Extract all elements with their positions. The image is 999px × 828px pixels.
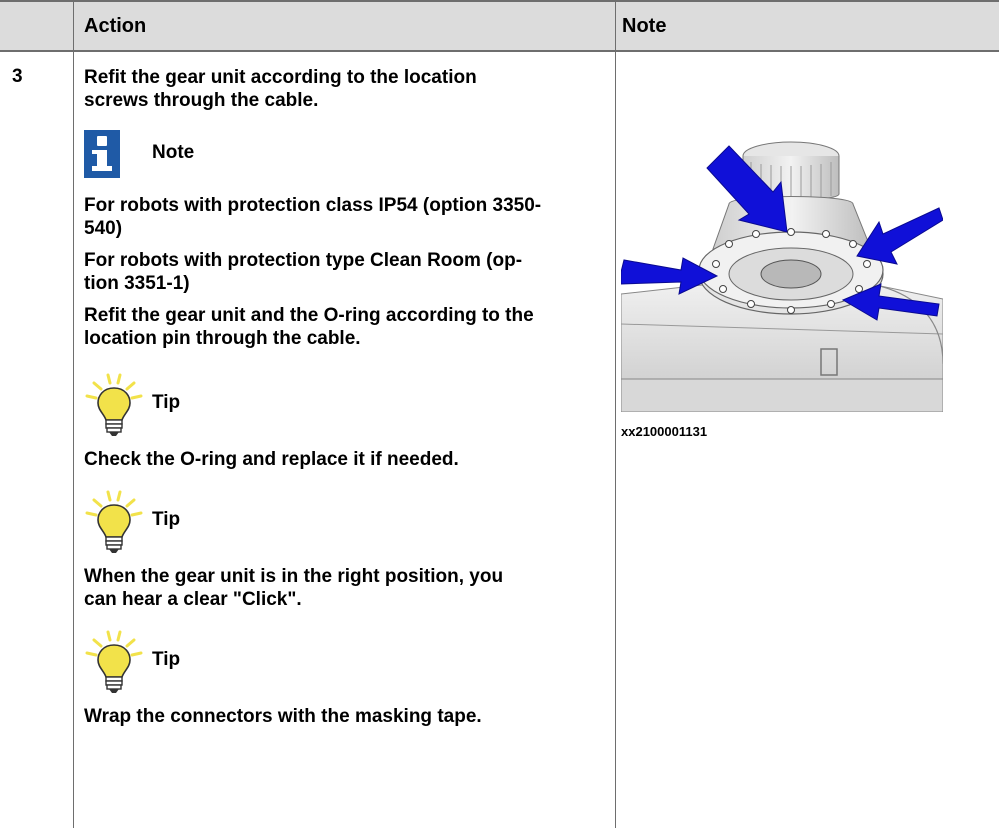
header-action: Action xyxy=(84,15,147,37)
lightbulb-tip-icon xyxy=(85,373,143,436)
tip-callout-3: Tip xyxy=(84,630,612,693)
table-header-row: Action Note xyxy=(0,0,999,52)
step-number: 3 xyxy=(12,66,23,87)
tip-2-label: Tip xyxy=(152,509,181,530)
intro-line-2: screws through the cable. xyxy=(84,90,319,111)
lightbulb-tip-icon xyxy=(85,490,143,553)
tip-1-text: Check the O-ring and replace it if neede… xyxy=(84,449,459,470)
procedure-table: Action Note 3 Refit the gear unit accord… xyxy=(0,0,999,828)
intro-line-1: Refit the gear unit according to the loc… xyxy=(84,67,477,88)
note-line-4: tion 3351-1) xyxy=(84,273,190,294)
action-cell: Refit the gear unit according to the loc… xyxy=(84,66,612,728)
tip-2-line-2: can hear a clear "Click". xyxy=(84,589,302,610)
info-note-icon xyxy=(84,130,120,178)
note-line-5: Refit the gear unit and the O-ring accor… xyxy=(84,305,534,326)
lightbulb-tip-icon xyxy=(85,630,143,693)
note-line-6: location pin through the cable. xyxy=(84,328,361,349)
gear-unit-illustration xyxy=(621,124,943,412)
tip-2-line-1: When the gear unit is in the right posit… xyxy=(84,566,504,587)
tip-3-label: Tip xyxy=(152,649,181,670)
note-line-1: For robots with protection class IP54 (o… xyxy=(84,195,542,216)
note-label: Note xyxy=(152,142,195,163)
header-note: Note xyxy=(622,15,667,37)
tip-callout-2: Tip xyxy=(84,490,612,553)
tip-1-label: Tip xyxy=(152,392,181,413)
image-caption: xx2100001131 xyxy=(621,424,708,439)
column-divider-step xyxy=(73,0,74,828)
tip-3-text: Wrap the connectors with the masking tap… xyxy=(84,706,482,727)
note-line-2: 540) xyxy=(84,218,123,239)
note-callout: Note xyxy=(84,130,612,178)
note-line-3: For robots with protection type Clean Ro… xyxy=(84,250,523,271)
column-divider-note xyxy=(615,0,616,828)
tip-callout-1: Tip xyxy=(84,373,612,436)
